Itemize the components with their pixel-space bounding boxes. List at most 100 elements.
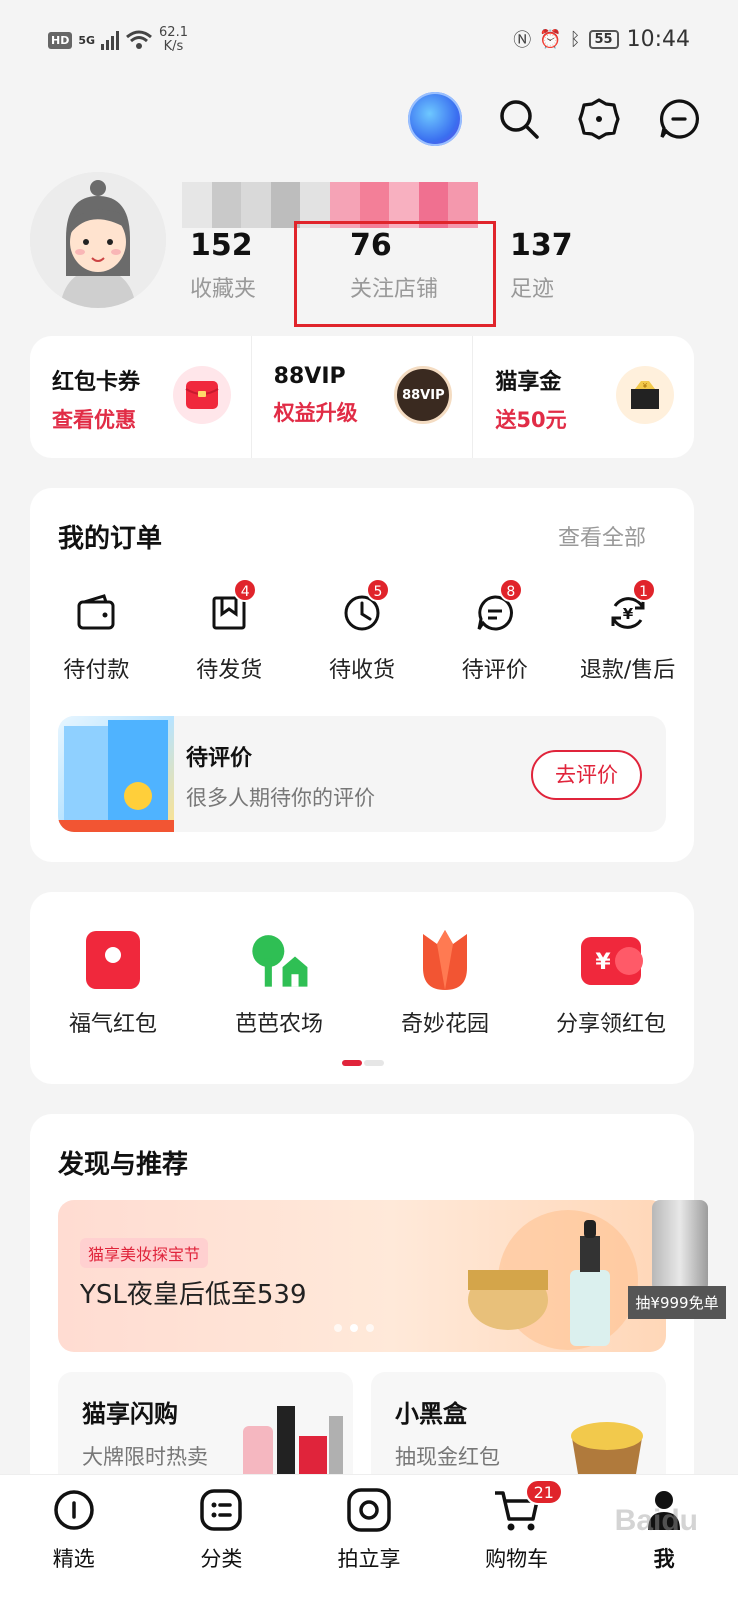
wallet-outline-icon	[30, 586, 163, 640]
88vip-badge-icon: 88VIP	[394, 366, 453, 424]
order-label: 退款/售后	[579, 658, 676, 683]
order-badge: 8	[498, 578, 523, 602]
activity-label: 分享领红包	[555, 1012, 666, 1037]
order-label: 待收货	[328, 658, 395, 683]
activity-label: 奇妙花园	[400, 1012, 489, 1037]
red-envelope-icon	[172, 366, 231, 424]
message-icon[interactable]	[656, 96, 702, 142]
alarm-icon: ⏰	[539, 28, 562, 50]
tab-category[interactable]: 分类	[148, 1475, 296, 1600]
activities-row: 福气红包 芭芭农场 奇妙花园 ¥ 分享领红包	[30, 928, 694, 1038]
quick-item-coupons[interactable]: 红包卡券 查看优惠	[30, 336, 251, 458]
stat-footprints[interactable]: 137 足迹	[510, 228, 670, 303]
order-badge: 1	[631, 578, 656, 602]
clock: 10:44	[626, 26, 690, 52]
order-label: 待发货	[196, 658, 263, 683]
clock-icon: 5	[296, 578, 429, 640]
stat-label: 足迹	[510, 277, 555, 302]
floating-promo[interactable]: 抽¥999免单	[628, 1200, 726, 1324]
view-all-orders-link[interactable]: 查看全部	[558, 520, 646, 552]
activity-magic-garden[interactable]: 奇妙花园	[362, 928, 528, 1038]
order-badge: 5	[365, 578, 390, 602]
prize-image	[652, 1200, 708, 1292]
network-speed: 62.1 K/s	[159, 26, 188, 54]
tulip-icon	[413, 928, 477, 992]
header-actions	[408, 92, 702, 146]
svg-text:¥: ¥	[643, 382, 648, 390]
stat-number: 137	[510, 228, 573, 263]
order-status-row: 待付款 4 待发货 5 待收货 8 待评价 ¥ 1 退款/售后	[30, 578, 694, 684]
quick-benefits-card: 红包卡券 查看优惠 88VIP 权益升级 88VIP 猫享金 送50元 ¥	[30, 336, 694, 458]
pending-review-banner[interactable]: 待评价 很多人期待你的评价 去评价	[58, 716, 666, 832]
settings-icon[interactable]	[576, 96, 622, 142]
home-icon	[49, 1485, 99, 1535]
svg-text:¥: ¥	[595, 950, 611, 975]
cosmetics-image	[468, 1210, 638, 1350]
tab-photo-share[interactable]: 拍立享	[295, 1475, 443, 1600]
activity-share-red-packet[interactable]: ¥ 分享领红包	[528, 928, 694, 1038]
package-icon: 4	[163, 578, 296, 640]
page-indicator	[342, 1060, 384, 1066]
orders-card: 我的订单 查看全部 待付款 4 待发货 5 待收货 8 待评价 ¥ 1 退款/售…	[30, 488, 694, 862]
status-left: HD 5G 62.1 K/s	[48, 26, 188, 54]
status-right: Ⓝ ⏰ ᛒ 55 10:44	[513, 26, 690, 52]
refund-icon: ¥ 1	[561, 578, 694, 640]
quick-item-88vip[interactable]: 88VIP 权益升级 88VIP	[250, 336, 473, 458]
nfc-icon: Ⓝ	[513, 30, 532, 51]
avatar[interactable]	[30, 172, 166, 308]
treasure-box-image	[571, 1422, 643, 1474]
search-icon[interactable]	[496, 96, 542, 142]
tab-label: 精选	[52, 1547, 95, 1571]
speed-unit: K/s	[163, 39, 184, 54]
network-type: 5G	[78, 33, 96, 47]
tab-label: 我	[653, 1547, 675, 1571]
baidu-watermark: Baidu	[614, 1504, 698, 1537]
discover-card: 发现与推荐 猫享美妆探宝节 YSL夜皇后低至539 猫享闪购 大牌限时热卖 小黑…	[30, 1114, 694, 1502]
tab-label: 拍立享	[337, 1547, 401, 1571]
category-icon	[196, 1485, 246, 1535]
order-refund[interactable]: ¥ 1 退款/售后	[561, 578, 694, 684]
cart-badge: 21	[524, 1479, 563, 1505]
order-badge: 4	[233, 578, 258, 602]
activities-card: 福气红包 芭芭农场 奇妙花园 ¥ 分享领红包	[30, 892, 694, 1084]
signal-icon	[101, 30, 120, 50]
camera-icon	[344, 1485, 394, 1535]
activity-label: 芭芭农场	[234, 1012, 323, 1037]
tab-label: 分类	[200, 1547, 243, 1571]
banner-text: YSL夜皇后低至539	[80, 1280, 307, 1310]
order-pending-receipt[interactable]: 5 待收货	[296, 578, 429, 684]
order-label: 待付款	[63, 658, 130, 683]
activity-lucky-red-packet[interactable]: 福气红包	[30, 928, 196, 1038]
banner-indicator	[334, 1324, 374, 1332]
promo-banner[interactable]: 猫享美妆探宝节 YSL夜皇后低至539	[58, 1200, 666, 1352]
88vip-badge-text: 88VIP	[402, 387, 445, 403]
tab-label: 购物车	[485, 1547, 549, 1571]
floating-promo-label: 抽¥999免单	[628, 1286, 726, 1319]
tab-featured[interactable]: 精选	[0, 1475, 148, 1600]
yuan-card-icon: ¥	[579, 928, 643, 992]
pending-review-title: 待评价	[186, 746, 253, 771]
order-pending-payment[interactable]: 待付款	[30, 586, 163, 684]
hd-icon: HD	[48, 31, 73, 49]
pending-review-subtitle: 很多人期待你的评价	[186, 786, 375, 810]
go-review-button[interactable]: 去评价	[531, 750, 642, 800]
wifi-icon	[126, 30, 152, 49]
svg-text:¥: ¥	[622, 605, 633, 623]
activity-label: 福气红包	[68, 1012, 157, 1037]
speed-value: 62.1	[159, 25, 188, 40]
wallet-icon: ¥	[616, 366, 675, 424]
order-label: 待评价	[461, 658, 528, 683]
activity-baba-farm[interactable]: 芭芭农场	[196, 928, 362, 1038]
review-icon: 8	[428, 578, 561, 640]
vip-bubble-icon[interactable]	[408, 92, 462, 146]
red-packet-icon	[81, 928, 145, 992]
tab-cart[interactable]: 21 购物车	[443, 1475, 591, 1600]
orders-title: 我的订单	[58, 524, 163, 554]
quick-item-cat-gold[interactable]: 猫享金 送50元 ¥	[472, 336, 694, 458]
annotation-highlight-box	[294, 221, 496, 327]
order-pending-review[interactable]: 8 待评价	[428, 578, 561, 684]
battery-icon: 55	[588, 29, 619, 49]
bluetooth-icon: ᛒ	[569, 28, 581, 50]
tree-house-icon	[247, 928, 311, 992]
order-pending-shipment[interactable]: 4 待发货	[163, 578, 296, 684]
